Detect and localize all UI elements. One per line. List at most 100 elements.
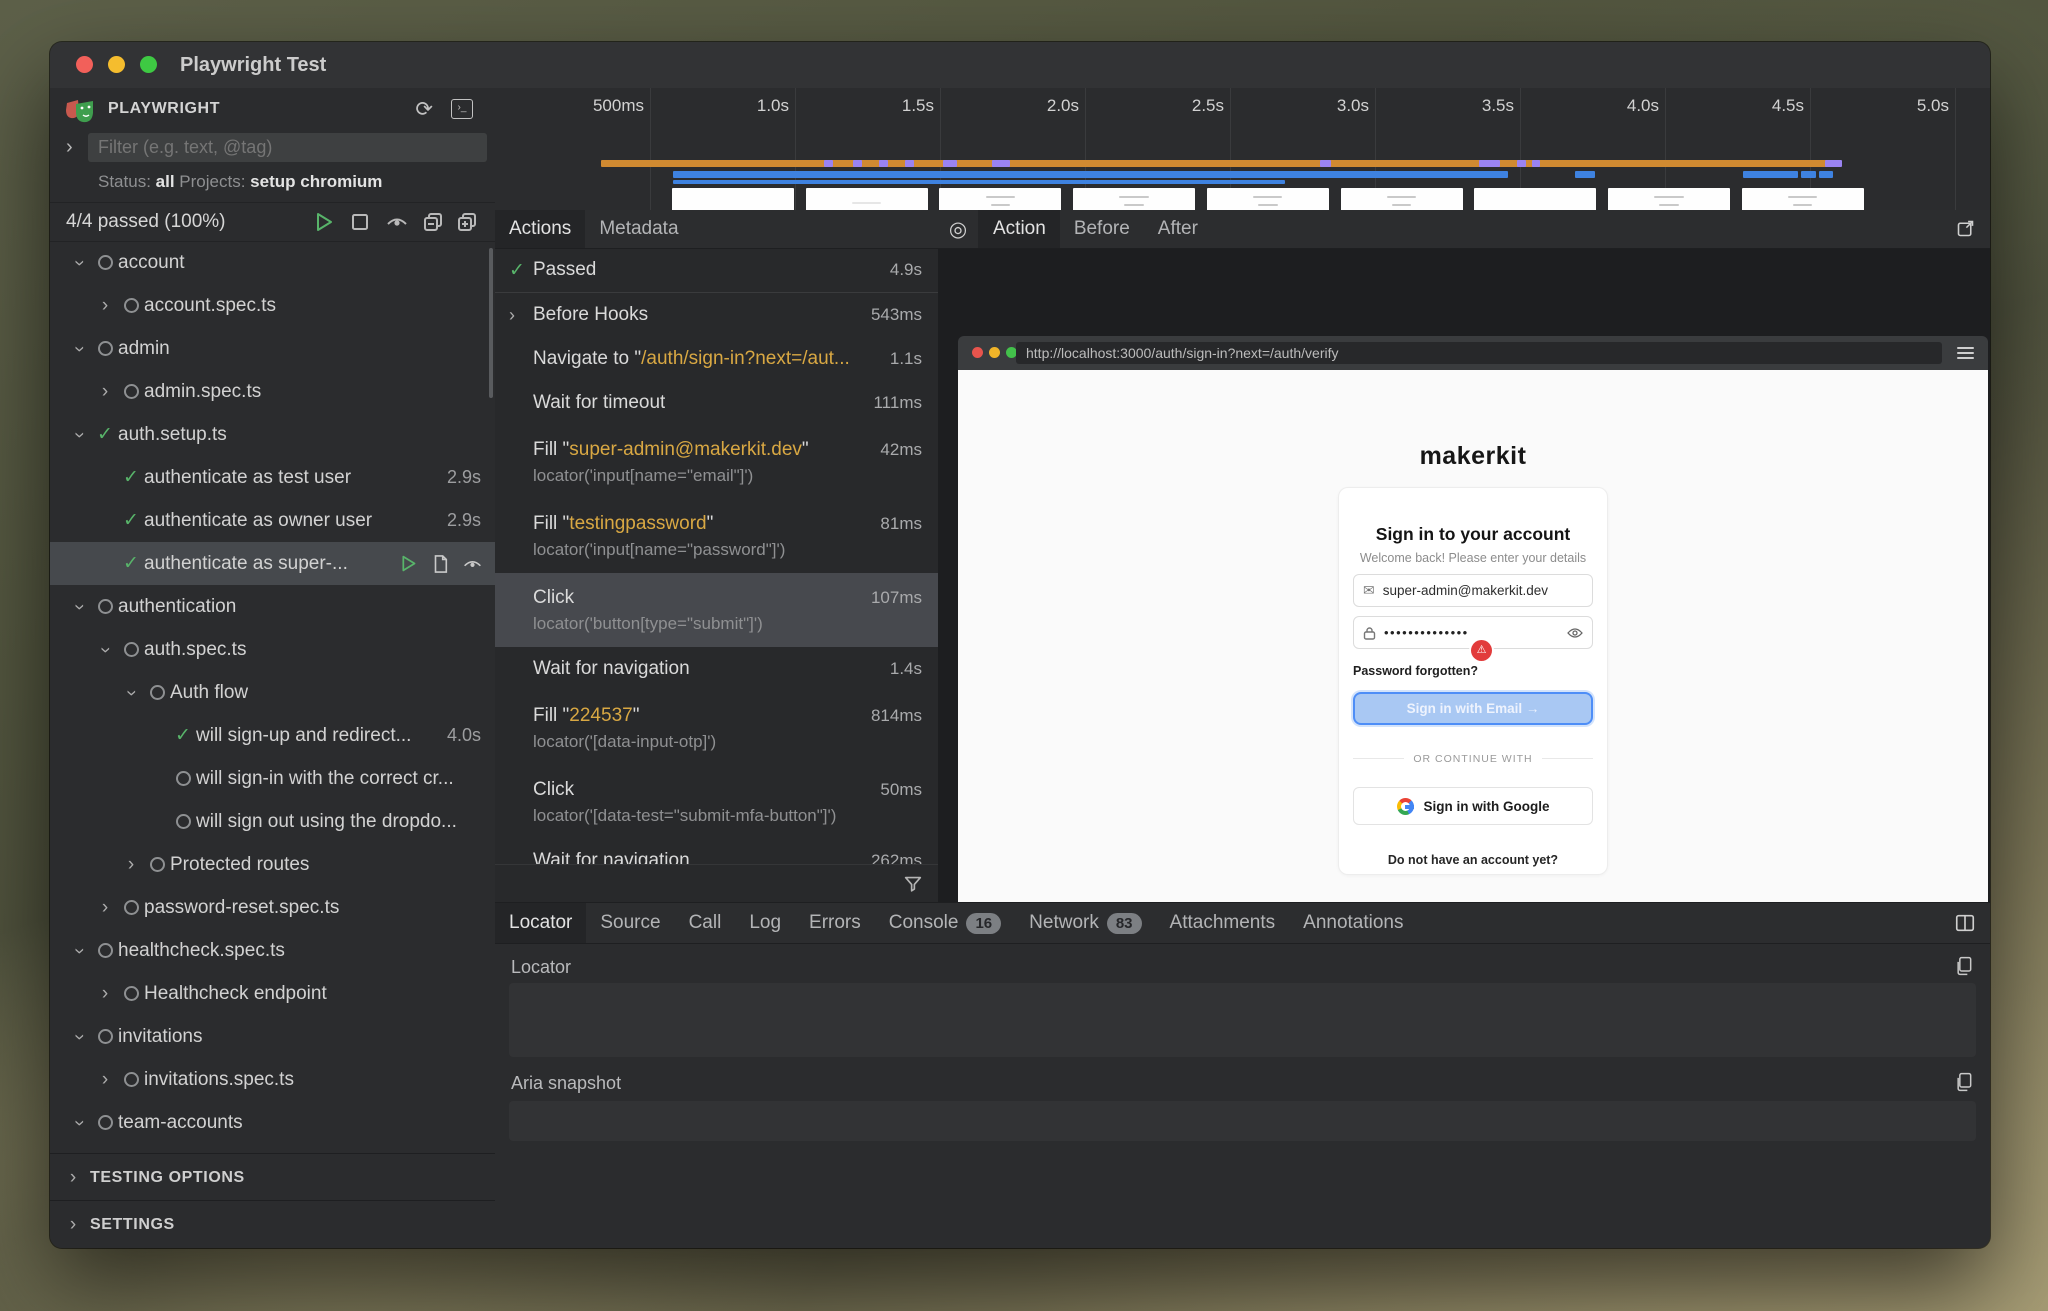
tab-before[interactable]: Before	[1060, 210, 1144, 248]
sidebar-scrollbar[interactable]	[489, 248, 493, 398]
reload-icon[interactable]: ⟳	[415, 99, 433, 120]
maximize-window-button[interactable]	[140, 56, 157, 73]
action-row[interactable]: Fill "224537"814mslocator('[data-input-o…	[495, 691, 938, 765]
tab-annotations[interactable]: Annotations	[1289, 903, 1417, 943]
chevron-down-icon[interactable]: ›	[68, 1110, 90, 1136]
open-source-file-icon[interactable]	[431, 554, 449, 574]
action-row[interactable]: Fill "testingpassword"81mslocator('input…	[495, 499, 938, 573]
toggle-password-eye-icon[interactable]	[1567, 627, 1583, 639]
action-row[interactable]: ✓Passed4.9s	[495, 248, 938, 293]
tree-row[interactable]: ›Protected routes	[50, 843, 495, 886]
collapse-all-icon[interactable]	[421, 210, 445, 234]
chevron-right-icon[interactable]: ›	[118, 854, 144, 876]
sign-in-email-button[interactable]: Sign in with Email →	[1353, 692, 1593, 725]
chevron-right-icon[interactable]: ›	[92, 897, 118, 919]
chevron-down-icon[interactable]: ›	[120, 680, 142, 706]
tree-row[interactable]: ›authentication	[50, 585, 495, 628]
sign-in-google-button[interactable]: Sign in with Google	[1353, 787, 1593, 825]
action-text: Fill "	[533, 513, 569, 534]
action-row[interactable]: Wait for timeout111ms	[495, 381, 938, 425]
tab-after[interactable]: After	[1144, 210, 1212, 248]
copy-aria-snapshot-icon[interactable]	[1954, 1071, 1974, 1093]
chevron-down-icon[interactable]: ›	[68, 938, 90, 964]
tree-row[interactable]: ›healthcheck.spec.ts	[50, 929, 495, 972]
terminal-icon[interactable]: ›_	[451, 99, 473, 119]
chevron-down-icon[interactable]: ›	[68, 422, 90, 448]
watch-all-eye-icon[interactable]	[385, 210, 409, 234]
expand-all-icon[interactable]	[455, 210, 479, 234]
watch-test-eye-icon[interactable]	[462, 555, 483, 573]
chevron-right-icon[interactable]: ›	[509, 305, 533, 326]
stop-button[interactable]	[349, 210, 373, 234]
tree-row[interactable]: ›admin	[50, 327, 495, 370]
browser-menu-icon[interactable]	[1957, 344, 1974, 362]
browser-url-bar[interactable]: http://localhost:3000/auth/sign-in?next=…	[1016, 342, 1942, 364]
tree-row[interactable]: ›auth.spec.ts	[50, 628, 495, 671]
locator-textarea[interactable]	[509, 983, 1976, 1057]
tree-row[interactable]: ›admin.spec.ts	[50, 370, 495, 413]
tree-row[interactable]: ›invitations.spec.ts	[50, 1058, 495, 1101]
tree-row[interactable]: ›password-reset.spec.ts	[50, 886, 495, 929]
trace-timeline[interactable]: 500ms1.0s1.5s2.0s2.5s3.0s3.5s4.0s4.5s5.0…	[495, 88, 1990, 211]
open-external-icon[interactable]	[1955, 218, 1976, 239]
chevron-right-icon[interactable]: ›	[92, 1069, 118, 1091]
minimize-window-button[interactable]	[108, 56, 125, 73]
tab-log[interactable]: Log	[735, 903, 795, 943]
tree-row[interactable]: ✓authenticate as owner user2.9s	[50, 499, 495, 542]
pick-locator-target-icon[interactable]: ◎	[938, 210, 979, 248]
filter-funnel-icon[interactable]	[902, 873, 924, 895]
tab-action[interactable]: Action	[979, 210, 1060, 248]
tree-row[interactable]: ✓authenticate as test user2.9s	[50, 456, 495, 499]
action-row[interactable]: Navigate to "/auth/sign-in?next=/aut...1…	[495, 337, 938, 381]
tab-call[interactable]: Call	[675, 903, 736, 943]
tab-actions[interactable]: Actions	[495, 210, 585, 248]
aria-snapshot-textarea[interactable]	[509, 1101, 1976, 1141]
tree-row[interactable]: ›✓auth.setup.ts	[50, 413, 495, 456]
chevron-right-icon[interactable]: ›	[92, 381, 118, 403]
action-row[interactable]: Click50mslocator('[data-test="submit-mfa…	[495, 765, 938, 839]
close-window-button[interactable]	[76, 56, 93, 73]
tree-row[interactable]: ✓authenticate as super-...	[50, 542, 495, 585]
tree-row[interactable]: ›team-accounts	[50, 1101, 495, 1144]
email-field[interactable]: ✉ super-admin@makerkit.dev	[1353, 574, 1593, 607]
action-row[interactable]: ›Before Hooks543ms	[495, 293, 938, 337]
split-view-icon[interactable]	[1954, 912, 1976, 934]
tab-locator[interactable]: Locator	[495, 903, 586, 943]
tree-row[interactable]: ›invitations	[50, 1015, 495, 1058]
copy-locator-icon[interactable]	[1954, 955, 1974, 977]
run-all-button[interactable]	[313, 210, 337, 234]
signup-link[interactable]: Do not have an account yet?	[1353, 853, 1593, 867]
run-test-icon[interactable]	[399, 553, 418, 574]
tree-row[interactable]: ›account.spec.ts	[50, 284, 495, 327]
chevron-down-icon[interactable]: ›	[68, 1024, 90, 1050]
tab-source[interactable]: Source	[586, 903, 674, 943]
action-row[interactable]: Wait for navigation1.4s	[495, 647, 938, 691]
tree-row[interactable]: ›Healthcheck endpoint	[50, 972, 495, 1015]
section-testing-options[interactable]: › TESTING OPTIONS	[50, 1153, 495, 1201]
tree-row[interactable]: ›account	[50, 241, 495, 284]
chevron-right-icon[interactable]: ›	[92, 983, 118, 1005]
action-row[interactable]: Click107mslocator('button[type="submit"]…	[495, 573, 938, 647]
tab-network[interactable]: Network83	[1015, 903, 1155, 943]
chevron-down-icon[interactable]: ›	[68, 250, 90, 276]
tab-metadata[interactable]: Metadata	[585, 210, 692, 248]
tree-row[interactable]: will sign-in with the correct cr...	[50, 757, 495, 800]
chevron-right-icon[interactable]: ›	[92, 295, 118, 317]
chevron-right-icon[interactable]: ›	[66, 136, 73, 159]
tab-errors[interactable]: Errors	[795, 903, 875, 943]
tab-console[interactable]: Console16	[875, 903, 1015, 943]
filter-input[interactable]	[88, 133, 487, 162]
tab-attachments[interactable]: Attachments	[1156, 903, 1290, 943]
tree-row[interactable]: ✓will sign-up and redirect...4.0s	[50, 714, 495, 757]
chevron-down-icon[interactable]: ›	[94, 637, 116, 663]
forgot-password-link[interactable]: Password forgotten?	[1353, 664, 1593, 678]
tree-row[interactable]: will sign out using the dropdo...	[50, 800, 495, 843]
filter-status-line[interactable]: Status: all Projects: setup chromium	[98, 172, 382, 192]
section-settings[interactable]: › SETTINGS	[50, 1200, 495, 1248]
chevron-down-icon[interactable]: ›	[68, 594, 90, 620]
action-locator: locator('[data-test="submit-mfa-button"]…	[533, 806, 922, 826]
chevron-down-icon[interactable]: ›	[68, 336, 90, 362]
action-row[interactable]: Wait for navigation262ms	[495, 839, 938, 865]
action-row[interactable]: Fill "super-admin@makerkit.dev"42mslocat…	[495, 425, 938, 499]
tree-row[interactable]: ›Auth flow	[50, 671, 495, 714]
